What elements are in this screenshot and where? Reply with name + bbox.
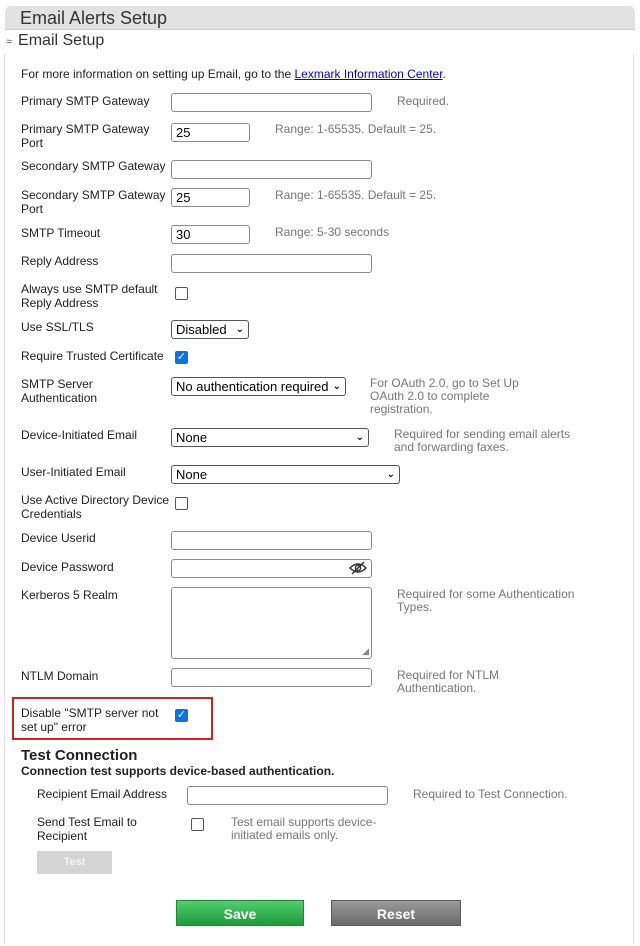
secondary-port-label: Secondary SMTP Gateway Port [21, 188, 166, 216]
kerberos-label: Kerberos 5 Realm [21, 588, 118, 602]
secondary-port-input[interactable] [171, 188, 250, 207]
ntlm-hint: Required for NTLM Authentication. [397, 668, 500, 695]
test-connection-subtitle: Connection test supports device-based au… [21, 764, 335, 778]
page-header: Email Alerts Setup [5, 6, 635, 30]
reply-address-label: Reply Address [21, 254, 99, 268]
user-email-select[interactable]: None ⌄ [171, 465, 400, 484]
lexmark-info-link[interactable]: Lexmark Information Center [294, 67, 442, 81]
chevron-down-icon: ⌄ [235, 324, 244, 335]
page-title: Email Alerts Setup [20, 8, 168, 28]
chevron-down-icon: ⌄ [332, 381, 341, 392]
primary-gateway-hint: Required. [397, 94, 450, 108]
ntlm-input[interactable] [171, 668, 372, 687]
disable-error-checkbox[interactable]: ✓ [175, 709, 188, 722]
server-auth-hint: For OAuth 2.0, go to Set Up OAuth 2.0 to … [370, 376, 519, 416]
server-auth-select[interactable]: No authentication required ⌄ [171, 377, 346, 396]
user-email-label: User-Initiated Email [21, 465, 126, 479]
ad-credentials-checkbox[interactable] [175, 497, 188, 510]
server-auth-label: SMTP Server Authentication [21, 377, 98, 405]
primary-port-hint: Range: 1-65535. Default = 25. [275, 122, 437, 136]
smtp-timeout-label: SMTP Timeout [21, 226, 101, 240]
ntlm-label: NTLM Domain [21, 669, 99, 683]
device-password-label: Device Password [21, 560, 114, 574]
always-smtp-default-checkbox[interactable] [175, 287, 188, 300]
device-userid-input[interactable] [171, 531, 372, 550]
send-test-hint: Test email supports device-initiated ema… [231, 815, 377, 842]
device-userid-label: Device Userid [21, 531, 96, 545]
reply-address-input[interactable] [171, 254, 372, 273]
smtp-timeout-hint: Range: 5-30 seconds [275, 225, 390, 239]
device-email-hint: Required for sending email alerts and for… [394, 427, 571, 454]
always-smtp-default-label: Always use SMTP default Reply Address [21, 282, 158, 310]
ssl-tls-label: Use SSL/TLS [21, 320, 94, 334]
info-text: For more information on setting up Email… [21, 67, 446, 81]
section-header[interactable]: ≈ Email Setup [6, 32, 104, 50]
section-title: Email Setup [18, 32, 105, 49]
recipient-input[interactable] [187, 786, 388, 805]
chevron-down-icon: ⌄ [355, 432, 364, 443]
disable-error-label: Disable "SMTP server not set up" error [21, 706, 159, 734]
trusted-cert-label: Require Trusted Certificate [21, 349, 164, 363]
collapse-icon[interactable]: ≈ [6, 36, 12, 48]
device-email-select[interactable]: None ⌄ [171, 428, 369, 447]
save-button[interactable]: Save [176, 900, 304, 926]
device-email-label: Device-Initiated Email [21, 428, 138, 442]
test-connection-title: Test Connection [21, 747, 138, 764]
recipient-hint: Required to Test Connection. [413, 787, 568, 801]
device-password-input[interactable] [171, 559, 372, 578]
reset-button[interactable]: Reset [331, 900, 461, 926]
secondary-gateway-label: Secondary SMTP Gateway [21, 159, 166, 173]
ssl-tls-select[interactable]: Disabled ⌄ [171, 320, 249, 339]
smtp-timeout-input[interactable] [171, 225, 250, 244]
chevron-down-icon: ⌄ [386, 469, 395, 480]
send-test-checkbox[interactable] [191, 818, 204, 831]
send-test-label: Send Test Email to Recipient [37, 815, 137, 843]
primary-port-label: Primary SMTP Gateway Port [21, 122, 150, 150]
resize-handle-icon[interactable]: ◢ [362, 646, 369, 657]
secondary-port-hint: Range: 1-65535. Default = 25. [275, 188, 437, 202]
primary-gateway-input[interactable] [171, 93, 372, 112]
primary-gateway-label: Primary SMTP Gateway [21, 94, 150, 108]
trusted-cert-checkbox[interactable]: ✓ [175, 351, 188, 364]
eye-slash-icon[interactable] [349, 561, 367, 578]
kerberos-hint: Required for some Authentication Types. [397, 587, 575, 614]
primary-port-input[interactable] [171, 123, 250, 142]
secondary-gateway-input[interactable] [171, 160, 372, 179]
kerberos-textarea[interactable]: ◢ [171, 587, 372, 659]
recipient-label: Recipient Email Address [37, 787, 168, 801]
test-button[interactable]: Test [37, 851, 112, 874]
ad-credentials-label: Use Active Directory Device Credentials [21, 493, 170, 521]
